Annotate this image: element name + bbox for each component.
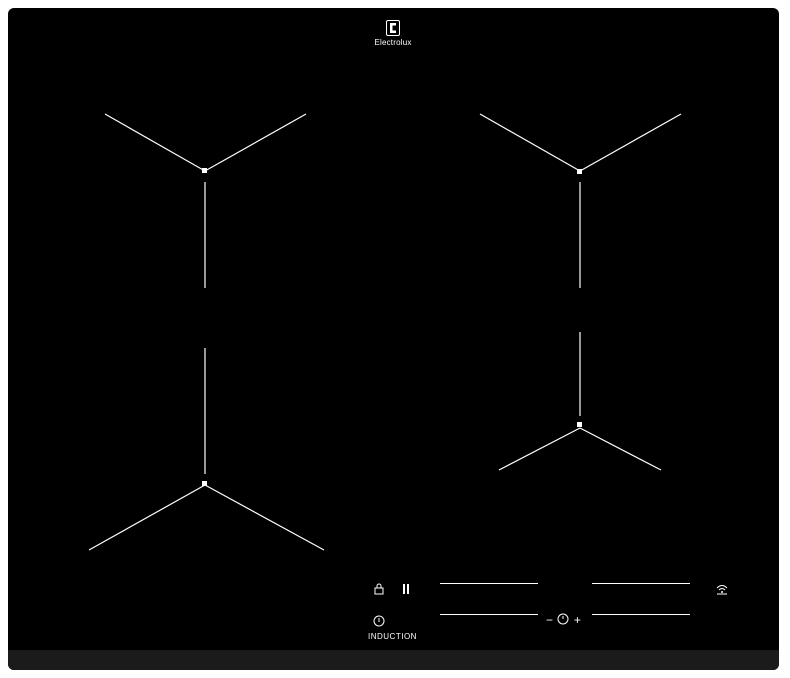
zone-bottom-left [88,348,325,551]
zone-top-left [104,113,307,288]
slider-mark: 3 [464,618,468,624]
slider-mark: 5 [475,587,479,593]
wifi-button[interactable] [716,582,728,600]
slider-mark: 3 [464,587,468,593]
slider-mark: 8 [644,618,648,624]
front-bezel [8,650,779,670]
hob-surface: Electrolux 0 1 3 5 8 10 14 P 0 1 3 5 8 1… [8,8,779,670]
slider-mark: 8 [492,587,496,593]
timer-control: − + [546,611,581,629]
slider-mark: P [533,618,538,624]
slider-mark: 10 [653,587,660,593]
slider-mark: 14 [676,587,683,593]
zone-marker [577,422,582,427]
power-slider-1[interactable]: 0 1 3 5 8 10 14 P [440,583,538,594]
lock-icon [374,583,384,595]
slider-mark: 8 [492,618,496,624]
timer-clock-icon [557,613,569,625]
slider-mark: 10 [653,618,660,624]
brand-logo: Electrolux [343,20,443,47]
power-icon [373,615,385,627]
slider-mark: 1 [453,587,457,593]
slider-track [592,614,690,615]
zone-bottom-right [498,332,662,471]
slider-mark: 1 [605,587,609,593]
slider-mark: 5 [627,587,631,593]
slider-track [592,583,690,584]
slider-track [440,614,538,615]
slider-mark: 14 [524,618,531,624]
slider-mark: 5 [475,618,479,624]
timer-plus-button[interactable]: + [574,613,581,627]
slider-mark: 14 [524,587,531,593]
lock-button[interactable] [374,582,384,600]
electrolux-logo-icon [343,20,443,36]
power-button[interactable] [373,614,385,632]
slider-mark: 0 [594,587,598,593]
pause-button[interactable] [402,582,410,600]
power-slider-2[interactable]: 0 1 3 5 8 10 14 P [592,583,690,594]
power-slider-3[interactable]: 0 1 3 5 8 10 14 P [440,614,538,625]
slider-mark: 10 [501,618,508,624]
pause-icon [403,584,409,594]
slider-mark: 0 [442,587,446,593]
power-slider-4[interactable]: 0 1 3 5 8 10 14 P [592,614,690,625]
slider-mark: P [685,618,690,624]
slider-mark: P [685,587,690,593]
slider-mark: 1 [605,618,609,624]
slider-mark: 8 [644,587,648,593]
slider-mark: 0 [594,618,598,624]
wifi-icon [716,585,728,595]
slider-mark: 14 [676,618,683,624]
slider-mark: 3 [616,618,620,624]
induction-label: INDUCTION [368,632,417,641]
zone-top-right [479,113,682,288]
zone-marker [202,481,207,486]
slider-mark: 10 [501,587,508,593]
cooking-zones [88,113,682,551]
zone-marker [202,168,207,173]
slider-mark: P [533,587,538,593]
slider-mark: 3 [616,587,620,593]
timer-minus-button[interactable]: − [546,613,553,627]
slider-mark: 5 [627,618,631,624]
slider-mark: 0 [442,618,446,624]
slider-mark: 1 [453,618,457,624]
slider-track [440,583,538,584]
zone-marker [577,169,582,174]
brand-name: Electrolux [374,38,412,47]
